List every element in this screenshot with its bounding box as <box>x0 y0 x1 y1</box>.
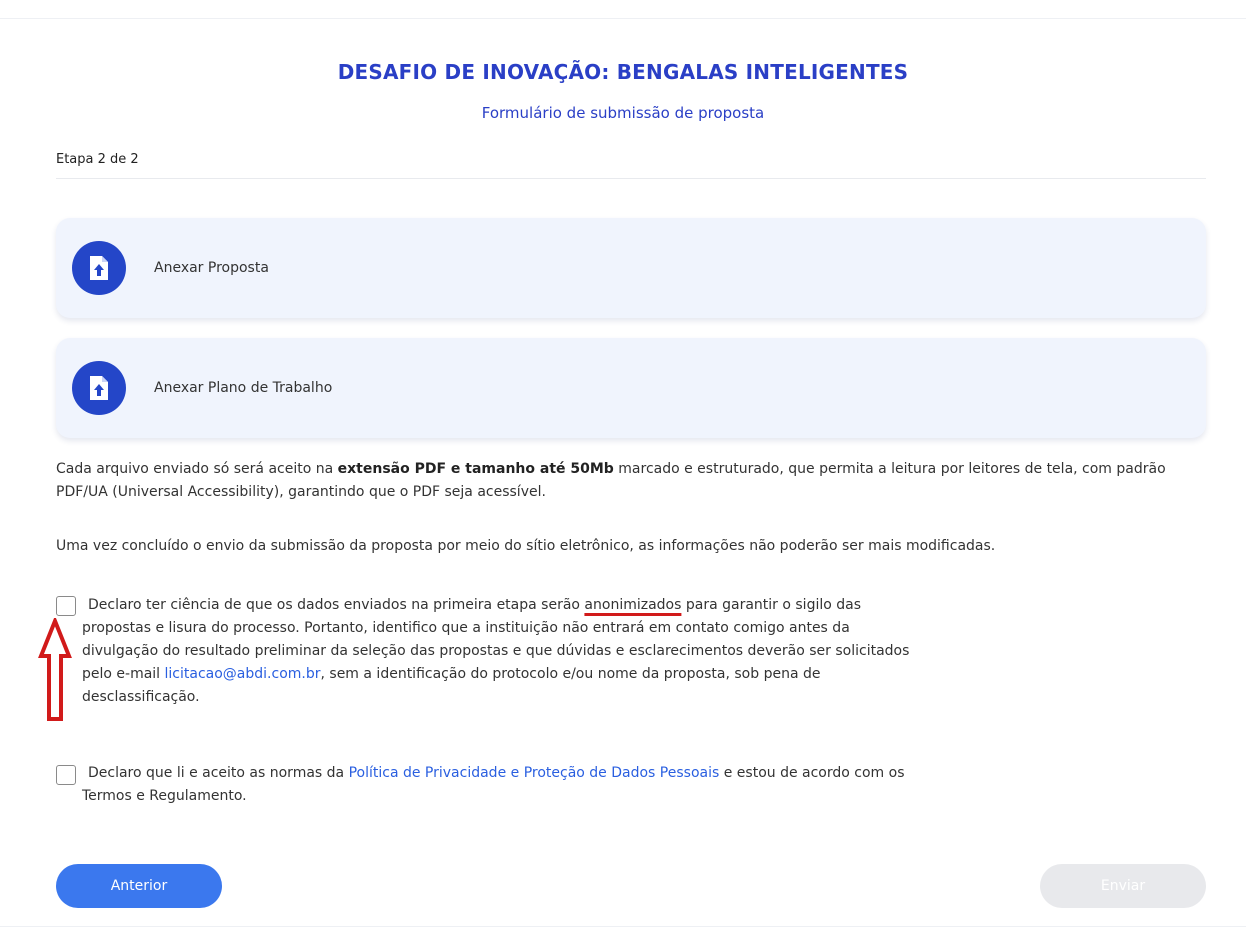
file-requirements-text: Cada arquivo enviado só será aceito na e… <box>56 458 1206 504</box>
page-subtitle: Formulário de submissão de proposta <box>481 104 765 122</box>
privacy-terms-declaration: Declaro que li e aceito as normas da Pol… <box>82 762 922 808</box>
contact-email-link[interactable]: licitacao@abdi.com.br <box>165 666 321 682</box>
privacy-declaration-start: Declaro que li e aceito as normas da <box>88 765 349 781</box>
step-indicator: Etapa 2 de 2 <box>56 152 139 167</box>
attach-proposal-button[interactable]: Anexar Proposta <box>56 218 1206 318</box>
attach-work-plan-button[interactable]: Anexar Plano de Trabalho <box>56 338 1206 438</box>
anonymization-consent-checkbox[interactable] <box>56 596 76 616</box>
anonymized-highlight: anonimizados <box>584 597 682 613</box>
anonymization-declaration: Declaro ter ciência de que os dados envi… <box>82 594 922 709</box>
step-divider <box>56 178 1206 179</box>
red-up-arrow-annotation <box>38 618 72 721</box>
file-requirements-text-start: Cada arquivo enviado só será aceito na <box>56 461 338 477</box>
file-upload-icon <box>72 361 126 415</box>
anonymization-declaration-start: Declaro ter ciência de que os dados envi… <box>88 597 585 613</box>
bottom-divider <box>0 926 1246 927</box>
privacy-terms-checkbox[interactable] <box>56 765 76 785</box>
submission-final-notice: Uma vez concluído o envio da submissão d… <box>56 538 996 554</box>
page-title: DESAFIO DE INOVAÇÃO: BENGALAS INTELIGENT… <box>337 60 909 84</box>
file-upload-icon <box>72 241 126 295</box>
file-requirements-emphasis: extensão PDF e tamanho até 50Mb <box>337 461 614 477</box>
attach-proposal-label: Anexar Proposta <box>154 260 269 276</box>
send-button[interactable]: Enviar <box>1040 864 1206 908</box>
previous-button[interactable]: Anterior <box>56 864 222 908</box>
privacy-policy-link[interactable]: Política de Privacidade e Proteção de Da… <box>349 765 720 781</box>
top-divider <box>0 18 1246 19</box>
attach-work-plan-label: Anexar Plano de Trabalho <box>154 380 333 396</box>
